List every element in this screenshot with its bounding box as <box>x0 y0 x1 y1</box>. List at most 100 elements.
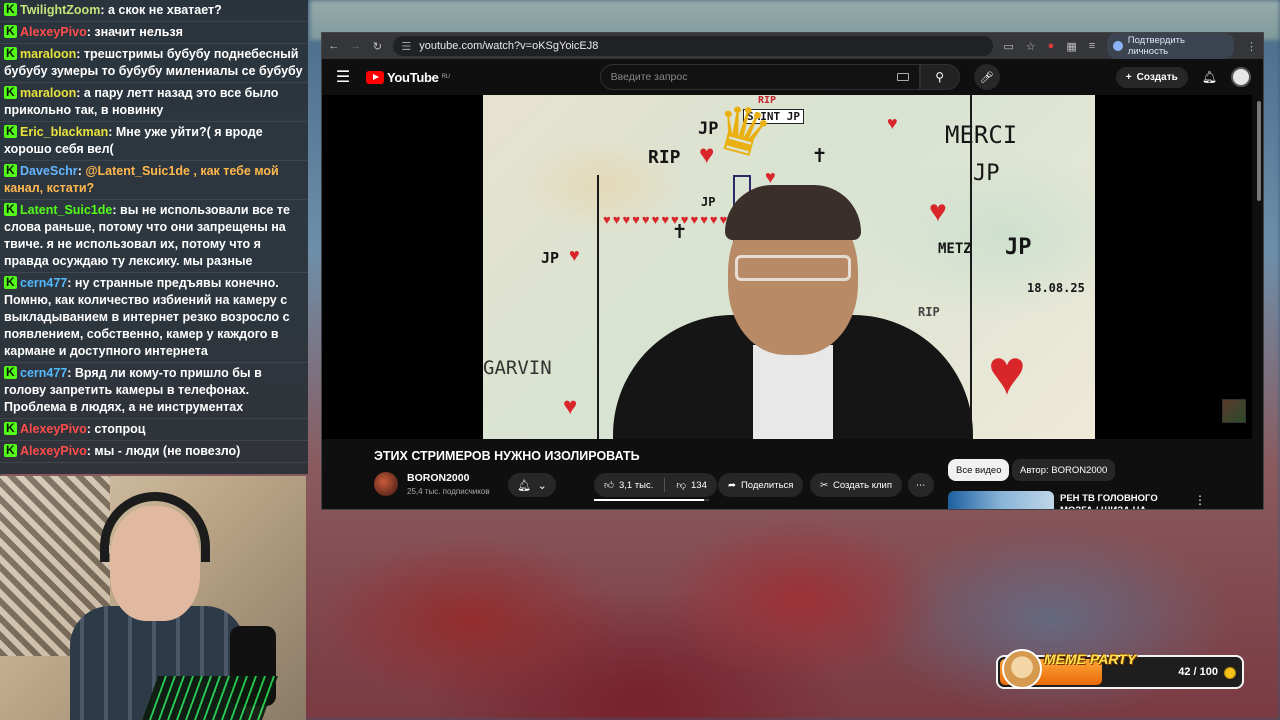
media-icon[interactable]: ≡ <box>1089 40 1095 52</box>
more-icon: ⋯ <box>916 479 926 491</box>
meme-party-count: 42 / 100 <box>1178 666 1218 678</box>
share-button[interactable]: ➦ Поделиться <box>718 473 804 497</box>
channel-name[interactable]: BORON2000 <box>407 472 469 484</box>
keyboard <box>141 676 279 720</box>
site-settings-icon[interactable]: ☰ <box>401 40 411 53</box>
recommended-menu-icon[interactable]: ⋮ <box>1194 493 1206 507</box>
bookmark-star-icon[interactable]: ☆ <box>1026 40 1036 53</box>
player-channel-watermark[interactable] <box>1222 399 1246 423</box>
video-text-rip-left: RIP <box>648 147 681 168</box>
chat-message: AlexeyPivo: стопроц <box>0 419 308 441</box>
chat-message: DaveSchr: @Latent_Suic1de , как тебе мой… <box>0 161 308 200</box>
chat-text: : стопроц <box>86 422 146 436</box>
heart-icon: ♥ <box>569 245 580 265</box>
youtube-play-icon <box>366 70 384 84</box>
chip-all-videos[interactable]: Все видео <box>948 459 1010 481</box>
confirm-identity-button[interactable]: Подтвердить личность <box>1107 33 1234 59</box>
kick-badge-icon <box>4 23 17 40</box>
like-divider <box>664 478 666 492</box>
chat-username[interactable]: AlexeyPivo <box>20 444 87 458</box>
chat-username[interactable]: AlexeyPivo <box>20 422 87 436</box>
chip-author[interactable]: Автор: BORON2000 <box>1012 459 1116 481</box>
extension-icon[interactable]: ● <box>1048 40 1055 52</box>
puzzle-icon[interactable]: ▦ <box>1066 40 1076 53</box>
kick-badge-icon <box>4 420 17 437</box>
account-avatar[interactable] <box>1231 67 1251 87</box>
dislike-count: 134 <box>691 479 707 491</box>
chat-username[interactable]: maraloon <box>20 86 76 100</box>
keyboard-icon[interactable] <box>896 73 909 81</box>
heart-icon: ♥ <box>988 336 1026 408</box>
video-text-jp-3: JP <box>541 249 560 267</box>
cast-icon[interactable]: ▭ <box>1003 40 1013 53</box>
video-info: ЭТИХ СТРИМЕРОВ НУЖНО ИЗОЛИРОВАТЬ BORON20… <box>322 443 1263 509</box>
video-text-garvin: GARVIN <box>483 357 552 379</box>
forward-icon[interactable]: → <box>350 40 362 52</box>
kick-badge-icon <box>4 274 17 291</box>
crown-icon: ♛ <box>705 95 780 174</box>
voice-search-button[interactable]: 🎤︎ <box>973 64 1000 90</box>
chat-panel: TwilightZoom: а скок не хватает?AlexeyPi… <box>0 0 308 474</box>
chat-username[interactable]: Eric_blackman <box>20 125 108 139</box>
chat-username[interactable]: AlexeyPivo <box>20 25 87 39</box>
browser-actions: ▭ ☆ ● ▦ ≡ Подтвердить личность ⋮ <box>1003 33 1257 59</box>
channel-avatar[interactable] <box>374 472 398 496</box>
chat-message: AlexeyPivo: значит нельзя <box>0 22 308 44</box>
clip-label: Создать клип <box>832 479 892 491</box>
video-portrait <box>613 175 973 439</box>
browser-toolbar: ← → ↻ ☰ youtube.com/watch?v=oKSgYoicEJ8 … <box>322 33 1263 59</box>
subscription-bell-button[interactable]: 🔔︎ ⌄ <box>508 473 556 497</box>
like-ratio-fill <box>594 499 705 501</box>
search-button[interactable]: ⚲ <box>919 64 960 90</box>
chat-message: cern477: ну странные предъявы конечно. П… <box>0 273 308 363</box>
meme-party-label: MEME PARTY <box>1044 651 1137 667</box>
video-frame[interactable]: RIP SAINT JP JP RIP MERCI JP METZ JP 18.… <box>483 95 1095 439</box>
chat-message: maraloon: трешстримы бубубу поднебесный … <box>0 44 308 83</box>
clip-button[interactable]: ✂ Создать клип <box>810 473 902 497</box>
create-button[interactable]: + Создать <box>1115 66 1188 88</box>
chat-username[interactable]: TwilightZoom <box>20 3 100 17</box>
notifications-bell-icon[interactable]: 🔔︎ <box>1202 70 1217 84</box>
chevron-down-icon: ⌄ <box>537 479 547 492</box>
chat-message: Eric_blackman: Мне уже уйти?( я вроде хо… <box>0 122 308 161</box>
recommended-thumbnail[interactable] <box>948 491 1054 509</box>
recommended-title[interactable]: РЕН ТВ ГОЛОВНОГО МОЗГА / ШИЗА НА ТЕЛЕВИД… <box>1060 493 1188 509</box>
chat-message: Latent_Suic1de: вы не использовали все т… <box>0 200 308 273</box>
chat-message: AlexeyPivo: мы - люди (не повезло) <box>0 441 308 463</box>
menu-icon[interactable]: ☰ <box>334 67 352 87</box>
chat-username[interactable]: maraloon <box>20 47 76 61</box>
youtube-region: RU <box>441 74 450 80</box>
chat-username[interactable]: Latent_Suic1de <box>20 203 112 217</box>
chat-username[interactable]: DaveSchr <box>20 164 78 178</box>
subscriber-count: 25,4 тыс. подписчиков <box>407 487 490 496</box>
plus-icon: + <box>1125 71 1132 83</box>
more-actions-button[interactable]: ⋯ <box>908 473 934 497</box>
chat-username[interactable]: cern477 <box>20 276 67 290</box>
scrollbar[interactable] <box>1257 101 1261 201</box>
scissors-icon: ✂ <box>820 479 828 491</box>
coin-icon <box>1224 667 1236 679</box>
share-icon: ➦ <box>728 479 736 491</box>
back-icon[interactable]: ← <box>328 40 340 52</box>
chat-message: cern477: Вряд ли кому-то пришло бы в гол… <box>0 363 308 419</box>
chat-username[interactable]: cern477 <box>20 366 67 380</box>
dislike-button[interactable]: 👎︎ 134 <box>676 479 707 492</box>
doge-icon <box>1002 649 1042 689</box>
browser-menu-icon[interactable]: ⋮ <box>1246 40 1257 53</box>
like-button[interactable]: 👍︎ 3,1 тыс. <box>604 479 653 492</box>
search-input[interactable]: Введите запрос <box>599 64 920 90</box>
thumbs-down-icon: 👎︎ <box>676 480 687 491</box>
reload-icon[interactable]: ↻ <box>372 40 384 53</box>
share-label: Поделиться <box>740 479 794 491</box>
youtube-header: ☰ YouTube RU Введите запрос ⚲ 🎤︎ + Созда… <box>322 59 1263 95</box>
video-player[interactable]: RIP SAINT JP JP RIP MERCI JP METZ JP 18.… <box>322 95 1252 439</box>
chat-message: maraloon: а пару летт назад это все было… <box>0 83 308 122</box>
portrait-hair <box>725 185 861 240</box>
youtube-logo[interactable]: YouTube RU <box>366 70 450 85</box>
thumbs-up-icon: 👍︎ <box>604 480 614 491</box>
kick-badge-icon <box>4 123 17 140</box>
create-label: Создать <box>1136 71 1178 83</box>
video-text-date: 18.08.25 <box>1027 281 1085 295</box>
youtube-logo-text: YouTube <box>387 69 439 85</box>
address-bar[interactable]: ☰ youtube.com/watch?v=oKSgYoicEJ8 <box>393 36 994 56</box>
